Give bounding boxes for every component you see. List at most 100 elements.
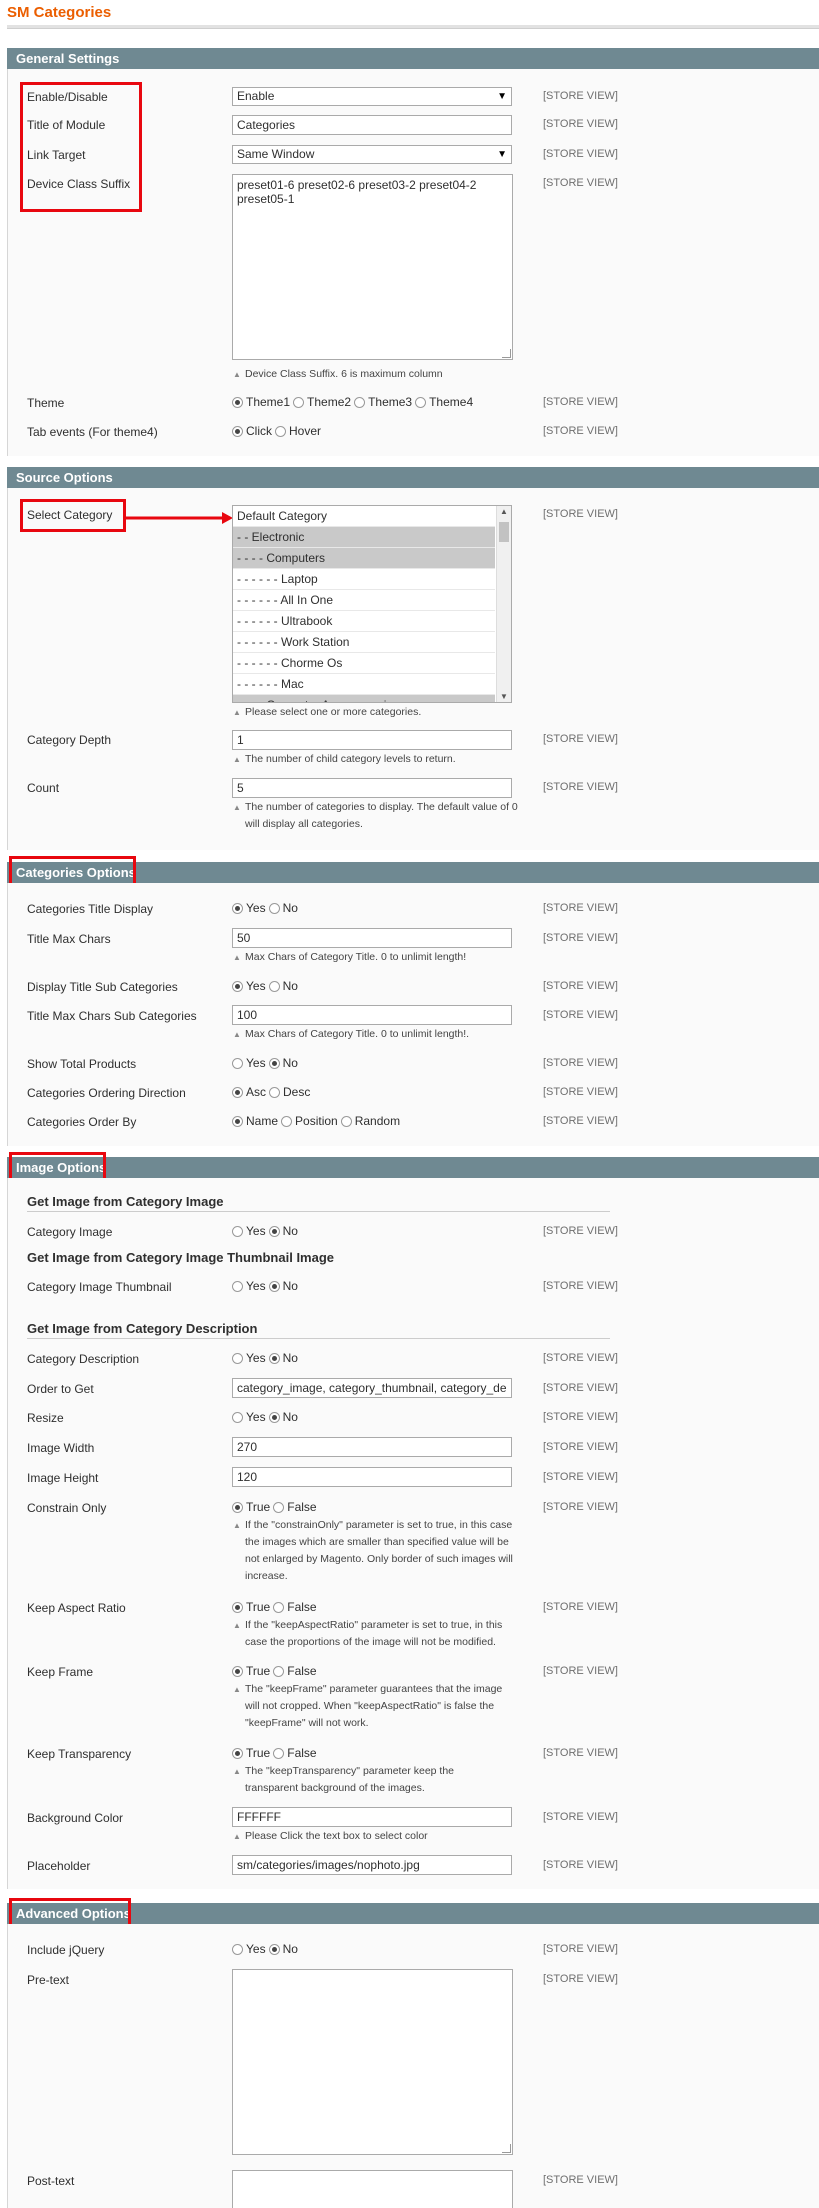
title-max-chars-input[interactable]: 50 bbox=[232, 928, 512, 948]
radio-selected[interactable] bbox=[232, 1115, 243, 1127]
resize-grip-icon[interactable] bbox=[502, 2144, 511, 2153]
image-width-input[interactable]: 270 bbox=[232, 1437, 512, 1457]
radio-unselected[interactable] bbox=[354, 396, 366, 408]
section-header-source[interactable]: Source Options bbox=[7, 467, 819, 488]
random-radio[interactable]: Random bbox=[340, 1114, 400, 1128]
radio-unselected[interactable] bbox=[269, 1086, 281, 1098]
false-radio[interactable]: False bbox=[273, 1664, 317, 1678]
asc-radio[interactable]: Asc bbox=[232, 1085, 266, 1099]
category-option[interactable]: - - - - - - Laptop bbox=[233, 569, 495, 590]
background-color-input[interactable]: FFFFFF bbox=[232, 1807, 512, 1827]
position-radio[interactable]: Position bbox=[281, 1114, 338, 1128]
scroll-up-icon[interactable]: ▲ bbox=[500, 507, 508, 516]
radio-unselected[interactable] bbox=[268, 902, 280, 914]
radio-selected[interactable] bbox=[232, 1601, 243, 1613]
radio-unselected[interactable] bbox=[273, 1601, 285, 1613]
yes-radio[interactable]: Yes bbox=[232, 1410, 266, 1424]
category-option[interactable]: - - - - - - Ultrabook bbox=[233, 611, 495, 632]
true-radio[interactable]: True bbox=[232, 1500, 270, 1514]
desc-radio[interactable]: Desc bbox=[269, 1085, 310, 1099]
radio-unselected[interactable] bbox=[273, 1665, 285, 1677]
radio-selected[interactable] bbox=[232, 902, 243, 914]
radio-unselected[interactable] bbox=[275, 425, 286, 437]
category-option-list[interactable]: Default Category - - Electronic - - - - Co… bbox=[233, 506, 511, 702]
no-radio[interactable]: No bbox=[268, 1942, 298, 1956]
yes-radio[interactable]: Yes bbox=[232, 1279, 266, 1293]
scrollbar[interactable]: ▲ ▼ bbox=[496, 506, 511, 702]
radio-unselected[interactable] bbox=[340, 1115, 352, 1127]
radio-selected[interactable] bbox=[232, 1086, 243, 1098]
post-text-textarea[interactable] bbox=[232, 2170, 513, 2208]
category-multiselect[interactable]: Default Category - - Electronic - - - - Co… bbox=[232, 505, 512, 703]
radio-selected[interactable] bbox=[232, 980, 243, 992]
click-radio[interactable]: Click bbox=[232, 424, 272, 438]
section-header-general[interactable]: General Settings bbox=[7, 48, 819, 69]
radio-unselected[interactable] bbox=[232, 1280, 243, 1292]
yes-radio[interactable]: Yes bbox=[232, 901, 266, 915]
radio-selected[interactable] bbox=[268, 1280, 280, 1292]
radio-selected[interactable] bbox=[268, 1225, 280, 1237]
no-radio[interactable]: No bbox=[268, 1279, 298, 1293]
no-radio[interactable]: No bbox=[268, 979, 298, 993]
radio-selected[interactable] bbox=[268, 1352, 280, 1364]
radio-unselected[interactable] bbox=[232, 1943, 243, 1955]
category-option[interactable]: Default Category bbox=[233, 506, 495, 527]
category-option[interactable]: - - - - - - All In One bbox=[233, 590, 495, 611]
yes-radio[interactable]: Yes bbox=[232, 1351, 266, 1365]
yes-radio[interactable]: Yes bbox=[232, 1224, 266, 1238]
radio-unselected[interactable] bbox=[415, 396, 427, 408]
pre-text-textarea[interactable] bbox=[232, 1969, 513, 2155]
radio-selected[interactable] bbox=[232, 396, 243, 408]
radio-unselected[interactable] bbox=[232, 1352, 243, 1364]
category-option[interactable]: - - - - Computer Accessosories bbox=[233, 695, 495, 702]
radio-selected[interactable] bbox=[232, 425, 243, 437]
device-class-textarea[interactable]: preset01-6 preset02-6 preset03-2 preset0… bbox=[232, 174, 513, 360]
no-radio[interactable]: No bbox=[268, 1351, 298, 1365]
category-option[interactable]: - - - - - - Work Station bbox=[233, 632, 495, 653]
yes-radio[interactable]: Yes bbox=[232, 1056, 266, 1070]
scrollbar-thumb[interactable] bbox=[499, 522, 509, 542]
section-header-image[interactable]: Image Options bbox=[7, 1157, 819, 1178]
scroll-down-icon[interactable]: ▼ bbox=[500, 692, 508, 701]
placeholder-input[interactable]: sm/categories/images/nophoto.jpg bbox=[232, 1855, 512, 1875]
theme2-radio[interactable]: Theme2 bbox=[293, 395, 351, 409]
no-radio[interactable]: No bbox=[268, 1410, 298, 1424]
yes-radio[interactable]: Yes bbox=[232, 979, 266, 993]
no-radio[interactable]: No bbox=[268, 1056, 298, 1070]
count-input[interactable]: 5 bbox=[232, 778, 512, 798]
radio-unselected[interactable] bbox=[273, 1501, 285, 1513]
yes-radio[interactable]: Yes bbox=[232, 1942, 266, 1956]
false-radio[interactable]: False bbox=[273, 1500, 317, 1514]
radio-selected[interactable] bbox=[268, 1411, 280, 1423]
radio-unselected[interactable] bbox=[232, 1225, 243, 1237]
radio-selected[interactable] bbox=[232, 1501, 243, 1513]
radio-unselected[interactable] bbox=[281, 1115, 293, 1127]
radio-unselected[interactable] bbox=[232, 1057, 243, 1069]
false-radio[interactable]: False bbox=[273, 1600, 317, 1614]
hover-radio[interactable]: Hover bbox=[275, 424, 321, 438]
category-option[interactable]: - - - - - - Chorme Os bbox=[233, 653, 495, 674]
no-radio[interactable]: No bbox=[268, 1224, 298, 1238]
radio-selected[interactable] bbox=[232, 1665, 243, 1677]
sub-max-chars-input[interactable]: 100 bbox=[232, 1005, 512, 1025]
radio-unselected[interactable] bbox=[232, 1411, 243, 1423]
true-radio[interactable]: True bbox=[232, 1746, 270, 1760]
radio-selected[interactable] bbox=[268, 1057, 280, 1069]
radio-selected[interactable] bbox=[268, 1943, 280, 1955]
true-radio[interactable]: True bbox=[232, 1600, 270, 1614]
order-to-get-input[interactable]: category_image, category_thumbnail, cate… bbox=[232, 1378, 512, 1398]
radio-unselected[interactable] bbox=[273, 1747, 285, 1759]
resize-grip-icon[interactable] bbox=[502, 349, 511, 358]
no-radio[interactable]: No bbox=[268, 901, 298, 915]
link-target-select[interactable]: Same Window ▼ bbox=[232, 145, 512, 164]
theme3-radio[interactable]: Theme3 bbox=[354, 395, 412, 409]
theme1-radio[interactable]: Theme1 bbox=[232, 395, 290, 409]
category-depth-input[interactable]: 1 bbox=[232, 730, 512, 750]
false-radio[interactable]: False bbox=[273, 1746, 317, 1760]
category-option[interactable]: - - - - Computers bbox=[233, 548, 495, 569]
radio-unselected[interactable] bbox=[293, 396, 305, 408]
category-option[interactable]: - - - - - - Mac bbox=[233, 674, 495, 695]
radio-unselected[interactable] bbox=[268, 980, 280, 992]
radio-selected[interactable] bbox=[232, 1747, 243, 1759]
title-module-input[interactable]: Categories bbox=[232, 115, 512, 135]
